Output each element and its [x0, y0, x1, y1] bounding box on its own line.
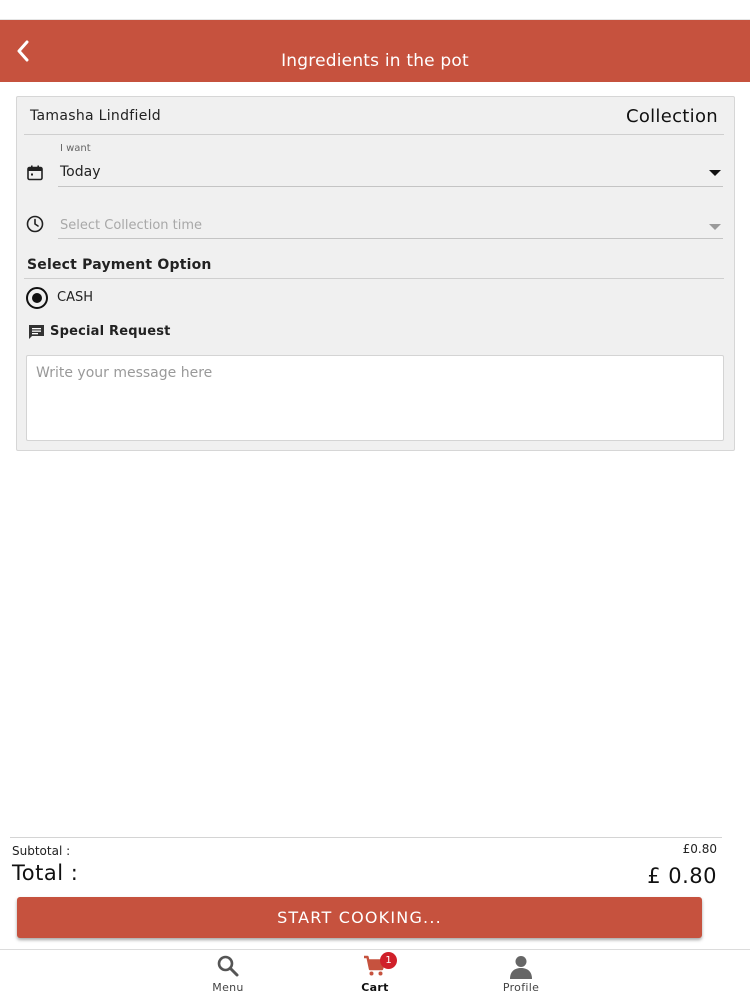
nav-label-profile: Profile: [502, 981, 540, 994]
nav-item-menu[interactable]: Menu: [188, 950, 268, 1000]
app-header: Ingredients in the pot: [0, 20, 750, 82]
nav-label-cart: Cart: [361, 981, 389, 994]
special-request-input[interactable]: [26, 355, 724, 441]
nav-label-menu: Menu: [212, 981, 244, 994]
status-strip: [0, 0, 750, 20]
calendar-icon: [27, 165, 43, 185]
divider: [24, 134, 724, 135]
cart-count-badge: 1: [380, 952, 397, 969]
order-details-card: Tamasha Lindfield Collection I want Toda…: [16, 96, 735, 451]
search-icon: [217, 955, 239, 977]
time-placeholder: Select Collection time: [60, 218, 203, 233]
collection-time-select[interactable]: Select Collection time: [58, 213, 723, 239]
nav-item-profile[interactable]: Profile: [481, 950, 561, 1000]
bottom-nav: Menu 1 Cart Profile: [0, 949, 750, 1000]
caret-down-icon: [709, 224, 721, 230]
date-select[interactable]: Today: [58, 159, 723, 187]
clock-icon: [26, 215, 44, 237]
order-mode: Collection: [625, 106, 718, 127]
caret-down-icon: [709, 170, 721, 176]
total-value: £ 0.80: [647, 864, 717, 888]
special-request-label: Special Request: [50, 324, 171, 339]
subtotal-value: £0.80: [682, 842, 717, 856]
date-label: I want: [60, 143, 91, 154]
total-label: Total :: [12, 861, 79, 885]
nav-item-cart[interactable]: 1 Cart: [335, 950, 415, 1000]
date-value: Today: [60, 164, 101, 180]
divider: [24, 278, 724, 279]
customer-name: Tamasha Lindfield: [30, 108, 161, 124]
totals-divider: [10, 837, 722, 838]
cash-radio[interactable]: [26, 287, 48, 309]
message-icon: [28, 324, 45, 344]
payment-option-label: CASH: [57, 290, 93, 305]
person-icon: [510, 956, 532, 979]
payment-heading: Select Payment Option: [27, 257, 212, 273]
start-cooking-button[interactable]: START COOKING...: [17, 897, 702, 938]
subtotal-label: Subtotal :: [12, 844, 71, 858]
page-title: Ingredients in the pot: [281, 51, 469, 71]
